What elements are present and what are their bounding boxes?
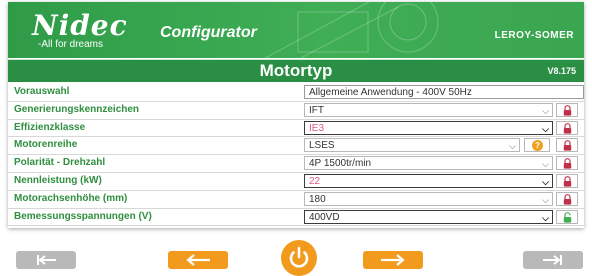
field-value: IE3 (309, 122, 325, 134)
row-nennleistung: Nennleistung (kW) 22 ⌵ (8, 173, 584, 191)
motor-decoration (264, 2, 439, 58)
field-value: 180 (309, 193, 326, 205)
next-button[interactable] (363, 251, 423, 269)
power-icon (289, 246, 309, 268)
chevron-down-icon: ⌵ (509, 141, 516, 152)
rated-power-select[interactable]: 22 ⌵ (304, 173, 553, 188)
lock-button[interactable] (556, 102, 578, 117)
row-label: Motorenreihe (14, 139, 78, 151)
row-label: Effizienzklasse (14, 121, 86, 133)
field-value: 22 (309, 175, 321, 187)
field-value: Allgemeine Anwendung - 400V 50Hz (309, 87, 472, 98)
chevron-down-icon: ⌵ (542, 212, 549, 223)
lock-button[interactable] (556, 156, 578, 171)
header-banner: Nidec -All for dreams Configurator LEROY… (8, 2, 584, 58)
lock-icon (563, 158, 572, 169)
chevron-down-icon: ⌵ (542, 105, 549, 116)
row-label: Motorachsenhöhe (mm) (14, 192, 128, 204)
efficiency-select[interactable]: IE3 ⌵ (304, 120, 553, 135)
field-value: 4P 1500tr/min (309, 158, 372, 170)
chevron-down-icon: ⌵ (542, 176, 549, 187)
previous-button[interactable] (168, 251, 228, 269)
last-page-button[interactable] (523, 251, 583, 269)
row-label: Polarität - Drehzahl (14, 157, 106, 169)
last-page-icon (543, 255, 562, 265)
row-bemessungsspannungen: Bemessungsspannungen (V) 400VD ⌵ (8, 209, 584, 227)
row-polaritaet-drehzahl: Polarität - Drehzahl 4P 1500tr/min ⌵ (8, 155, 584, 173)
lock-icon (563, 193, 572, 205)
first-page-icon (37, 255, 56, 265)
field-value: IFT (309, 104, 324, 116)
first-page-button[interactable] (16, 251, 76, 269)
preselection-field[interactable]: Allgemeine Anwendung - 400V 50Hz (304, 85, 584, 99)
lock-icon (563, 122, 572, 134)
motor-series-select[interactable]: LSES ⌵ (304, 138, 520, 153)
lock-button[interactable] (556, 120, 578, 135)
lock-button[interactable] (556, 191, 578, 206)
version-label: V8.175 (547, 66, 576, 76)
nidec-logo: Nidec (32, 9, 128, 42)
shaft-height-select[interactable]: 180 ⌵ (304, 191, 553, 206)
lock-icon (563, 176, 572, 187)
row-effizienzklasse: Effizienzklasse IE3 ⌵ (8, 120, 584, 138)
help-icon: ? (532, 140, 543, 152)
page-title: Motortyp (259, 61, 333, 80)
arrow-right-icon (381, 254, 405, 266)
brand-label: LEROY-SOMER (494, 30, 574, 41)
help-button[interactable]: ? (524, 138, 550, 153)
app-title: Configurator (160, 24, 257, 41)
field-value: LSES (309, 140, 335, 152)
rated-voltage-select[interactable]: 400VD ⌵ (304, 209, 553, 224)
lock-icon (563, 104, 572, 116)
parameter-list: Vorauswahl Allgemeine Anwendung - 400V 5… (8, 84, 584, 227)
row-generierungskennzeichen: Generierungskennzeichen IFT ⌵ (8, 102, 584, 120)
chevron-down-icon: ⌵ (542, 123, 549, 134)
row-motorenreihe: Motorenreihe LSES ⌵ ? (8, 137, 584, 156)
generation-select[interactable]: IFT ⌵ (304, 102, 553, 117)
page-titlebar: Motortyp V8.175 (8, 59, 584, 82)
row-motorachsenhoehe: Motorachsenhöhe (mm) 180 ⌵ (8, 191, 584, 209)
arrow-left-icon (186, 254, 210, 266)
chevron-down-icon: ⌵ (542, 159, 549, 170)
logo-tagline: -All for dreams (38, 39, 104, 50)
row-label: Generierungskennzeichen (14, 103, 140, 115)
polarity-speed-select[interactable]: 4P 1500tr/min ⌵ (304, 156, 553, 171)
unlock-icon (563, 211, 572, 223)
unlock-button[interactable] (556, 209, 578, 224)
row-label: Bemessungsspannungen (V) (14, 210, 152, 222)
power-button[interactable] (281, 240, 317, 276)
lock-button[interactable] (556, 138, 578, 153)
lock-button[interactable] (556, 173, 578, 188)
configurator-panel: Nidec -All for dreams Configurator LEROY… (8, 2, 584, 228)
chevron-down-icon: ⌵ (542, 194, 549, 205)
field-value: 400VD (309, 211, 340, 223)
row-label: Vorauswahl (14, 86, 70, 97)
lock-icon (563, 140, 572, 151)
row-label: Nennleistung (kW) (14, 174, 102, 186)
row-vorauswahl: Vorauswahl Allgemeine Anwendung - 400V 5… (8, 84, 584, 102)
